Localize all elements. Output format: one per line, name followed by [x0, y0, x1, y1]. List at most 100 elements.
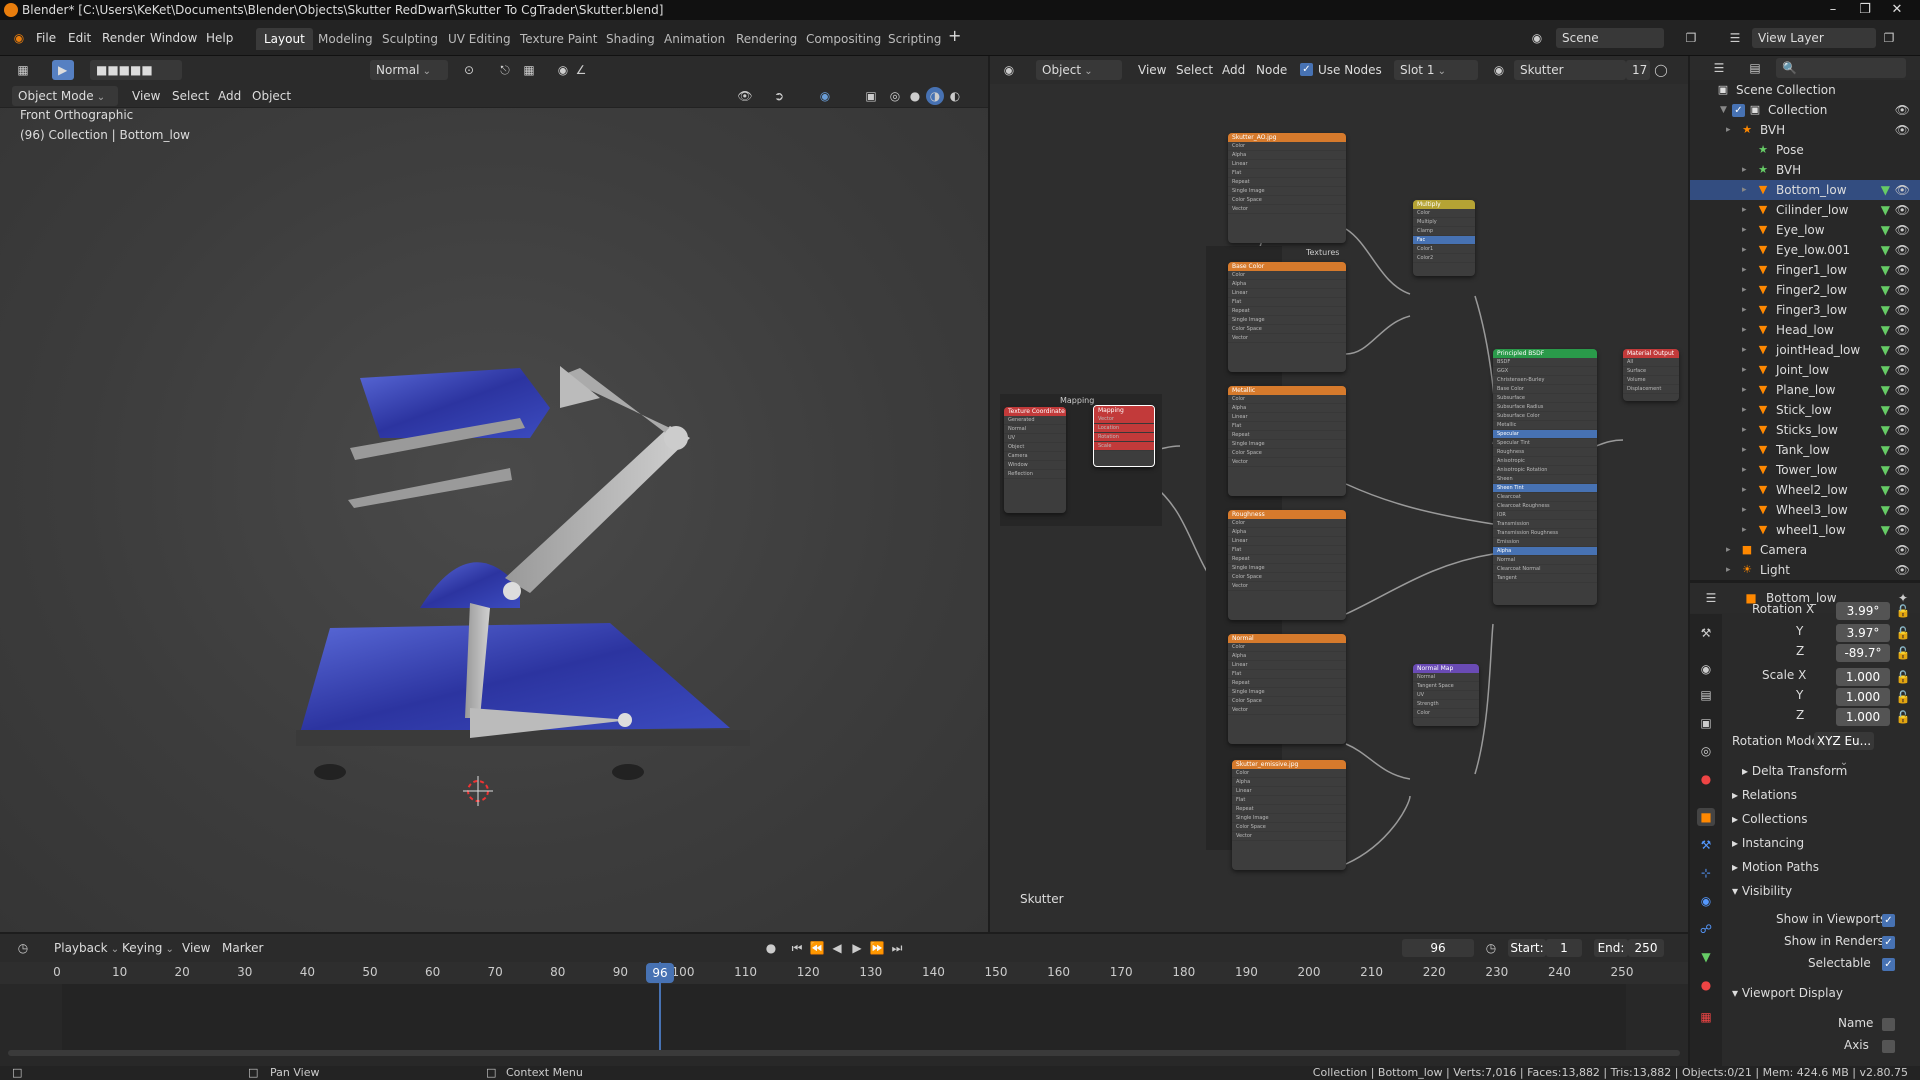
expand-icon[interactable]: ▸: [1726, 540, 1731, 560]
eye-icon[interactable]: 👁: [1895, 100, 1910, 120]
timeline-type-icon[interactable]: ◷: [14, 939, 32, 957]
eye-icon[interactable]: 👁: [1895, 320, 1910, 340]
falloff-icon[interactable]: ∠: [572, 61, 590, 79]
next-keyframe-icon[interactable]: ⏩: [868, 939, 886, 957]
node-principled-bsdf[interactable]: Principled BSDF BSDF GGX Christensen-Burle…: [1493, 349, 1597, 605]
xray-icon[interactable]: ▣: [862, 87, 880, 105]
outliner-item[interactable]: ▸ ▼ jointHead_low 👁 ▼: [1690, 340, 1920, 360]
eye-icon[interactable]: 👁: [1895, 120, 1910, 140]
viewport-menu-view[interactable]: View: [132, 86, 160, 106]
eye-icon[interactable]: 👁: [1895, 240, 1910, 260]
render-tab-icon[interactable]: ◉: [1697, 660, 1715, 678]
prev-keyframe-icon[interactable]: ⏪: [808, 939, 826, 957]
fake-user-icon[interactable]: ◯: [1652, 61, 1670, 79]
physics-tab-icon[interactable]: ◉: [1697, 892, 1715, 910]
node-menu-node[interactable]: Node: [1256, 60, 1287, 80]
select-tool-icon[interactable]: ▶: [52, 60, 74, 80]
node-metallic[interactable]: Metallic Color Alpha Linear Flat Repeat Singl…: [1228, 386, 1346, 496]
collections-panel[interactable]: ▸ Collections: [1732, 812, 1807, 826]
node-material-output[interactable]: Material Output All Surface Volume Displace…: [1623, 349, 1679, 401]
node-base-color[interactable]: Base Color Color Alpha Linear Flat Repeat Sin…: [1228, 262, 1346, 372]
frame-ruler[interactable]: 0 10 20 30 40 50 60 70 80 90 100 110 120 130 140 150 160…: [0, 962, 1688, 984]
expand-icon[interactable]: ▸: [1742, 160, 1747, 180]
outliner-item[interactable]: ▸ ■ Camera 👁: [1690, 540, 1920, 560]
timeline-menu-marker[interactable]: Marker: [222, 938, 263, 958]
scale-x-field[interactable]: 1.000: [1836, 668, 1890, 686]
add-workspace-icon[interactable]: +: [948, 26, 961, 46]
modifier-tab-icon[interactable]: ⚒: [1697, 836, 1715, 854]
jump-end-icon[interactable]: ⏭: [888, 939, 906, 957]
expand-icon[interactable]: ▸: [1742, 520, 1747, 540]
lock-icon[interactable]: 🔓: [1894, 644, 1912, 662]
eye-icon[interactable]: 👁: [1895, 300, 1910, 320]
use-nodes-checkbox[interactable]: ✓: [1300, 63, 1313, 76]
menu-edit[interactable]: Edit: [68, 28, 91, 48]
playhead-frame-label[interactable]: 96: [646, 963, 674, 983]
start-field[interactable]: 1: [1546, 939, 1582, 957]
skutter-model[interactable]: [0, 108, 988, 932]
shader-node-editor[interactable]: Mapping Textures Texture Coordinate Gene…: [990, 84, 1688, 932]
new-view-layer-icon[interactable]: ❐: [1880, 29, 1898, 47]
expand-icon[interactable]: ▸: [1742, 180, 1747, 200]
instancing-panel[interactable]: ▸ Instancing: [1732, 836, 1804, 850]
eye-icon[interactable]: 👁: [1895, 260, 1910, 280]
overlays-icon[interactable]: ◉: [816, 87, 834, 105]
node-texture-coordinate[interactable]: Texture Coordinate Generated Normal UV Obje…: [1004, 407, 1066, 513]
tab-compositing[interactable]: Compositing: [798, 28, 889, 50]
tab-layout[interactable]: Layout: [256, 28, 313, 50]
outliner-item[interactable]: ▸ ▼ Head_low 👁 ▼: [1690, 320, 1920, 340]
motion-paths-panel[interactable]: ▸ Motion Paths: [1732, 860, 1819, 874]
snap-target-icon[interactable]: ▦: [520, 61, 538, 79]
node-editor-type-icon[interactable]: ◉: [1000, 61, 1018, 79]
selectable-checkbox[interactable]: ✓: [1882, 958, 1895, 971]
maximize-icon[interactable]: ❐: [1850, 0, 1880, 20]
node-menu-add[interactable]: Add: [1222, 60, 1245, 80]
menu-help[interactable]: Help: [206, 28, 233, 48]
expand-icon[interactable]: ▸: [1742, 480, 1747, 500]
shader-type-dropdown[interactable]: Object: [1036, 60, 1122, 80]
node-menu-select[interactable]: Select: [1176, 60, 1213, 80]
outliner-item[interactable]: ▸ ▼ Stick_low 👁 ▼: [1690, 400, 1920, 420]
expand-icon[interactable]: ▸: [1742, 360, 1747, 380]
outliner-item[interactable]: ▸ ▼ Sticks_low 👁 ▼: [1690, 420, 1920, 440]
outliner-item[interactable]: ▸ ▼ wheel1_low 👁 ▼: [1690, 520, 1920, 540]
expand-icon[interactable]: ▸: [1726, 560, 1731, 580]
delta-transform-panel[interactable]: ▸ Delta Transform: [1742, 764, 1847, 778]
lock-icon[interactable]: 🔓: [1894, 624, 1912, 642]
blender-menu-icon[interactable]: ◉: [10, 29, 28, 47]
eye-icon[interactable]: 👁: [1895, 440, 1910, 460]
outliner-item[interactable]: ▸ ▼ Tower_low 👁 ▼: [1690, 460, 1920, 480]
jump-start-icon[interactable]: ⏮: [788, 939, 806, 957]
tab-uv-editing[interactable]: UV Editing: [440, 28, 519, 50]
node-normal-texture[interactable]: Normal Color Alpha Linear Flat Repeat Single …: [1228, 634, 1346, 744]
collection-row[interactable]: ▼ ✓ ▣ Collection 👁: [1690, 100, 1920, 120]
visibility-filter-icon[interactable]: 👁: [736, 87, 754, 105]
expand-icon[interactable]: ▸: [1742, 420, 1747, 440]
clock-icon[interactable]: ◷: [1482, 939, 1500, 957]
expand-icon[interactable]: ▸: [1742, 460, 1747, 480]
editor-type-icon[interactable]: ▦: [14, 61, 32, 79]
eye-icon[interactable]: 👁: [1895, 400, 1910, 420]
outliner-item[interactable]: ▸ ▼ Cilinder_low 👁 ▼: [1690, 200, 1920, 220]
tool-tab-icon[interactable]: ⚒: [1697, 624, 1715, 642]
viewport-display-panel[interactable]: ▾ Viewport Display: [1732, 986, 1843, 1000]
constraints-tab-icon[interactable]: ☍: [1697, 920, 1715, 938]
eye-icon[interactable]: 👁: [1895, 340, 1910, 360]
record-icon[interactable]: ●: [762, 939, 780, 957]
expand-icon[interactable]: ▸: [1742, 400, 1747, 420]
axis-checkbox[interactable]: [1882, 1040, 1895, 1053]
rotation-y-field[interactable]: 3.97°: [1836, 624, 1890, 642]
outliner-item[interactable]: ▸ ▼ Plane_low 👁 ▼: [1690, 380, 1920, 400]
output-tab-icon[interactable]: ▤: [1697, 686, 1715, 704]
show-in-viewports-checkbox[interactable]: ✓: [1882, 914, 1895, 927]
particles-tab-icon[interactable]: ⊹: [1697, 864, 1715, 882]
scene-selector[interactable]: Scene: [1556, 28, 1664, 48]
close-icon[interactable]: ✕: [1882, 0, 1912, 20]
tab-animation[interactable]: Animation: [656, 28, 733, 50]
eye-icon[interactable]: 👁: [1895, 220, 1910, 240]
outliner-item[interactable]: ▸ ▼ Joint_low 👁 ▼: [1690, 360, 1920, 380]
eye-icon[interactable]: 👁: [1895, 280, 1910, 300]
node-normal-map[interactable]: Normal Map Normal Tangent Space UV Strength…: [1413, 664, 1479, 726]
frame-range-area[interactable]: [62, 984, 1626, 1056]
material-name-field[interactable]: Skutter: [1514, 60, 1626, 80]
